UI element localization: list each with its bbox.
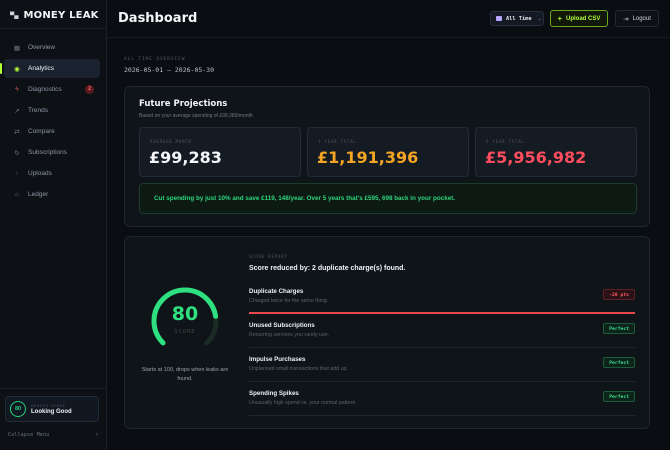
check-description: Recurring services you rarely use. (249, 332, 330, 338)
check-status-badge: Perfect (603, 391, 635, 402)
trend-icon: ↗ (14, 107, 20, 115)
refresh-icon: ↻ (14, 149, 20, 157)
overview-caption: ALL TIME OVERVIEW (124, 57, 186, 62)
pixel-logo-icon: ▀▄ (10, 12, 19, 19)
sidebar-item-label: Diagnostics (28, 86, 62, 93)
check-description: Unplanned small transactions that add up… (249, 366, 348, 372)
collapse-menu-label: Collapse Menu (8, 432, 50, 438)
sidebar-divider (0, 388, 107, 389)
savings-tip-text: Cut spending by just 10% and save £119, … (154, 195, 456, 202)
logout-icon: ⇥ (623, 15, 629, 23)
five-year-total-value: £5,956,982 (485, 148, 587, 167)
upload-icon: ↑ (15, 170, 19, 177)
sidebar-item-trends[interactable]: ↗ Trends (4, 101, 100, 120)
header-divider (107, 37, 670, 38)
score-value: 80 (171, 303, 199, 325)
check-title: Duplicate Charges (249, 288, 304, 295)
chevron-left-icon: ‹ (96, 432, 98, 438)
chevron-down-icon: ⌄ (537, 15, 542, 22)
sidebar-item-uploads[interactable]: ↑ Uploads (4, 164, 100, 183)
collapse-menu-button[interactable]: Collapse Menu ‹ (8, 432, 98, 438)
score-report-headline: Score reduced by: 2 duplicate charge(s) … (249, 265, 406, 272)
sidebar-item-label: Uploads (28, 170, 52, 177)
health-score-card[interactable]: 80 HEALTH SCORE Looking Good (5, 396, 99, 422)
five-year-total-card: 5 YEAR TOTAL £5,956,982 (475, 127, 637, 177)
bolt-icon: ϟ (15, 86, 19, 93)
sidebar-item-overview[interactable]: ▦ Overview (4, 38, 100, 57)
stat-caption: 1 YEAR TOTAL (318, 139, 357, 144)
check-divider (249, 381, 635, 382)
check-divider (249, 347, 635, 348)
overview-date-range: 2026-05-01 — 2026-05-30 (124, 66, 215, 74)
check-duplicate-charges[interactable]: Duplicate Charges Charged twice for the … (249, 288, 635, 316)
check-spending-spikes[interactable]: Spending Spikes Unusually high spend vs.… (249, 390, 635, 418)
page-title: Dashboard (118, 11, 198, 26)
check-impulse-purchases[interactable]: Impulse Purchases Unplanned small transa… (249, 356, 635, 384)
brand[interactable]: ▀▄ MONEY LEAK (10, 10, 99, 21)
savings-tip-banner: Cut spending by just 10% and save £119, … (139, 183, 637, 214)
brand-name: MONEY LEAK (23, 10, 99, 21)
check-description: Charged twice for the same thing. (249, 298, 329, 304)
sidebar-item-label: Trends (28, 107, 48, 114)
diagnostics-count-badge: 2 (85, 85, 94, 94)
score-report-panel: 80 SCORE Starts at 100, drops when leaks… (124, 236, 650, 429)
sidebar-item-label: Overview (28, 44, 56, 51)
score-note: Starts at 100, drops when leaks are foun… (141, 367, 229, 382)
average-month-value: £99,283 (149, 148, 222, 167)
compare-icon: ⇄ (14, 128, 20, 136)
check-title: Spending Spikes (249, 390, 299, 397)
sidebar-nav: ▦ Overview ◉ Analytics ϟ Diagnostics 2 ↗… (0, 38, 100, 206)
sidebar-item-compare[interactable]: ⇄ Compare (4, 122, 100, 141)
future-projections-panel: Future Projections Based on your average… (124, 86, 650, 227)
sidebar-item-analytics[interactable]: ◉ Analytics (0, 59, 100, 78)
plus-icon: + (557, 14, 563, 23)
date-range-select[interactable]: All Time ⌄ (490, 11, 544, 26)
logout-label: Logout (632, 15, 651, 22)
one-year-total-value: £1,191,396 (317, 148, 419, 167)
health-score-caption: HEALTH SCORE (31, 403, 66, 408)
score-caption: SCORE (174, 329, 196, 335)
upload-csv-label: Upload CSV (566, 15, 601, 22)
check-title: Unused Subscriptions (249, 322, 315, 329)
sidebar-item-label: Ledger (28, 191, 49, 198)
sidebar-item-subscriptions[interactable]: ↻ Subscriptions (4, 143, 100, 162)
stat-caption: 5 YEAR TOTAL (486, 139, 525, 144)
check-unused-subscriptions[interactable]: Unused Subscriptions Recurring services … (249, 322, 635, 350)
bank-icon: ⌂ (15, 191, 19, 198)
check-title: Impulse Purchases (249, 356, 306, 363)
projections-subtitle: Based on your average spending of £99,28… (139, 113, 253, 119)
sidebar-item-label: Compare (28, 128, 55, 135)
logout-button[interactable]: ⇥ Logout (615, 10, 659, 27)
calendar-icon (496, 16, 502, 21)
one-year-total-card: 1 YEAR TOTAL £1,191,396 (307, 127, 469, 177)
check-description: Unusually high spend vs. your normal pat… (249, 400, 357, 406)
sidebar: ▀▄ MONEY LEAK ▦ Overview ◉ Analytics ϟ D… (0, 0, 107, 450)
score-report-caption: SCORE REPORT (249, 254, 288, 259)
projections-title: Future Projections (139, 99, 228, 109)
health-score-ring: 80 (10, 401, 26, 417)
health-score-status: Looking Good (31, 409, 72, 415)
check-penalty-badge: -20 pts (603, 289, 635, 300)
date-range-value: All Time (506, 15, 532, 22)
sidebar-item-ledger[interactable]: ⌂ Ledger (4, 185, 100, 204)
sidebar-item-diagnostics[interactable]: ϟ Diagnostics 2 (4, 80, 100, 99)
upload-csv-button[interactable]: + Upload CSV (550, 10, 608, 27)
stat-caption: AVERAGE MONTH (150, 139, 192, 144)
check-divider (249, 415, 635, 416)
check-divider (249, 312, 635, 314)
grid-icon: ▦ (13, 44, 21, 52)
sidebar-item-label: Subscriptions (28, 149, 68, 156)
average-month-card: AVERAGE MONTH £99,283 (139, 127, 301, 177)
sidebar-item-label: Analytics (28, 65, 55, 72)
check-status-badge: Perfect (603, 323, 635, 334)
sidebar-divider (0, 28, 107, 29)
target-icon: ◉ (14, 65, 20, 73)
check-status-badge: Perfect (603, 357, 635, 368)
